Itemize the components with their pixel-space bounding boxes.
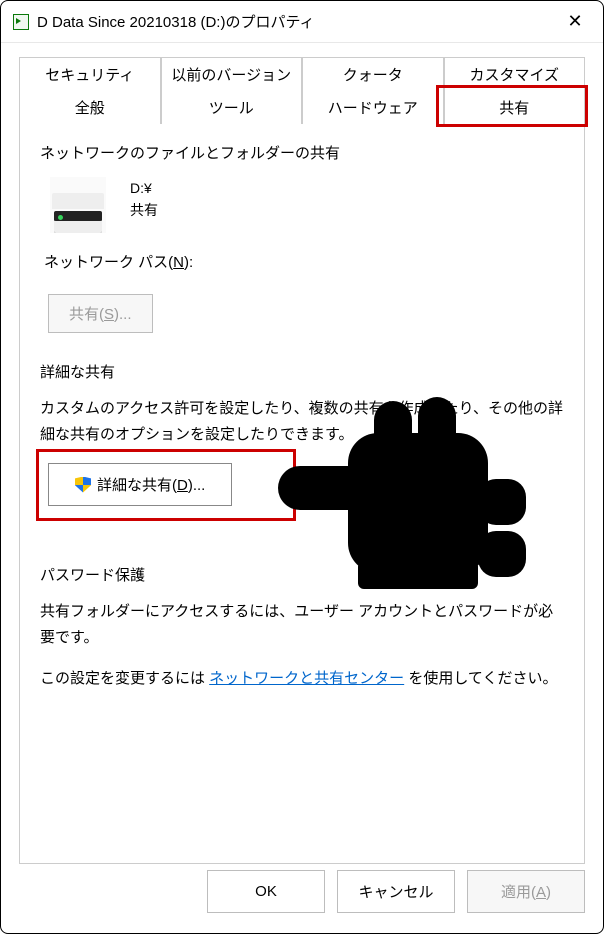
tab-tools[interactable]: ツール xyxy=(161,91,303,124)
close-button[interactable]: ✕ xyxy=(559,1,591,42)
tab-customize[interactable]: カスタマイズ xyxy=(444,57,586,91)
tab-sharing[interactable]: 共有 xyxy=(444,91,586,124)
advanced-share-desc: カスタムのアクセス許可を設定したり、複数の共有を作成したり、その他の詳細な共有の… xyxy=(40,396,564,447)
tab-general[interactable]: 全般 xyxy=(19,91,161,124)
share-button: 共有(S)... xyxy=(48,294,153,333)
network-sharing-center-link[interactable]: ネットワークと共有センター xyxy=(209,670,404,687)
advanced-share-group: 詳細な共有 カスタムのアクセス許可を設定したり、複数の共有を作成したり、その他の… xyxy=(40,361,564,506)
tab-security[interactable]: セキュリティ xyxy=(19,57,161,91)
tab-quota[interactable]: クォータ xyxy=(302,57,444,91)
drive-icon xyxy=(50,177,106,233)
password-protection-title: パスワード保護 xyxy=(40,564,564,585)
uac-shield-icon xyxy=(75,477,91,493)
password-protection-line2: この設定を変更するには ネットワークと共有センター を使用してください。 xyxy=(40,666,564,692)
advanced-share-title: 詳細な共有 xyxy=(40,361,564,382)
drive-path: D:¥ xyxy=(130,177,158,199)
share-status: 共有 xyxy=(130,199,158,221)
password-protection-line1: 共有フォルダーにアクセスするには、ユーザー アカウントとパスワードが必要です。 xyxy=(40,599,564,650)
cancel-button[interactable]: キャンセル xyxy=(337,870,455,913)
ok-button[interactable]: OK xyxy=(207,870,325,913)
password-protection-group: パスワード保護 共有フォルダーにアクセスするには、ユーザー アカウントとパスワー… xyxy=(40,564,564,692)
network-share-title: ネットワークのファイルとフォルダーの共有 xyxy=(40,142,564,163)
network-share-group: ネットワークのファイルとフォルダーの共有 D:¥ 共有 ネットワーク パス(N)… xyxy=(40,142,564,333)
window-title: D Data Since 20210318 (D:)のプロパティ xyxy=(37,11,559,32)
app-icon xyxy=(13,14,29,30)
titlebar: D Data Since 20210318 (D:)のプロパティ ✕ xyxy=(1,1,603,43)
network-path-label: ネットワーク パス(N): xyxy=(44,251,564,272)
dialog-footer: OK キャンセル 適用(A) xyxy=(1,856,603,933)
advanced-share-button[interactable]: 詳細な共有(D)... xyxy=(48,463,232,506)
tab-strip: セキュリティ 以前のバージョン クォータ カスタマイズ 全般 ツール ハードウェ… xyxy=(19,57,585,124)
tab-previous-versions[interactable]: 以前のバージョン xyxy=(161,57,303,91)
sharing-panel: ネットワークのファイルとフォルダーの共有 D:¥ 共有 ネットワーク パス(N)… xyxy=(19,124,585,864)
apply-button: 適用(A) xyxy=(467,870,585,913)
advanced-share-button-label: 詳細な共有(D)... xyxy=(97,474,205,495)
tab-hardware[interactable]: ハードウェア xyxy=(302,91,444,124)
drive-info: D:¥ 共有 xyxy=(130,177,158,222)
